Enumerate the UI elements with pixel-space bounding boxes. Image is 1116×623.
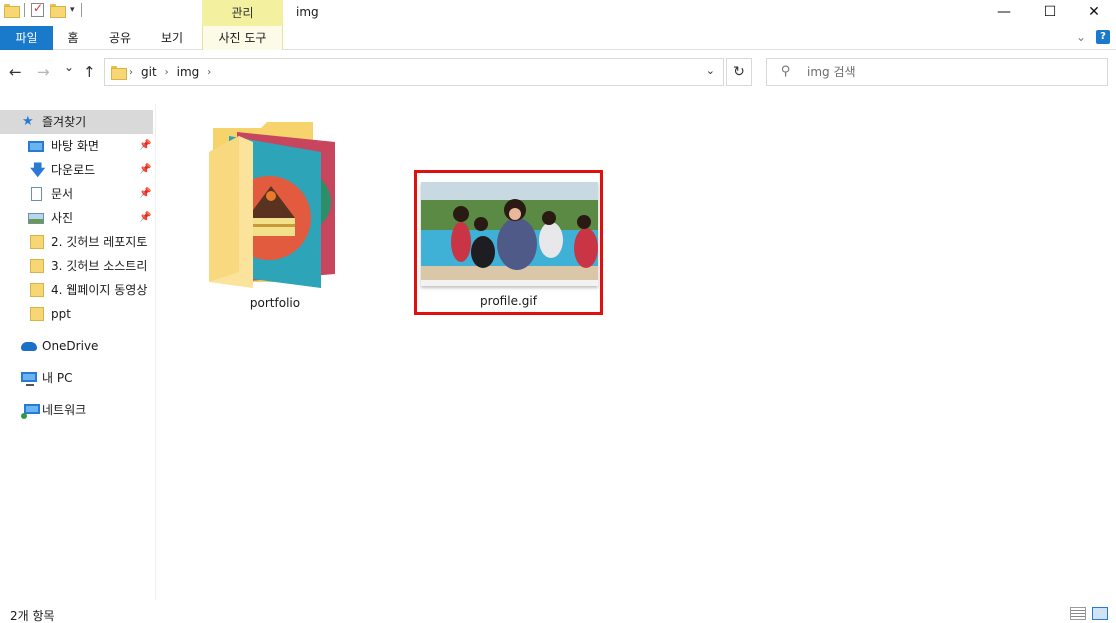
quick-access-toolbar: ▾ <box>4 1 82 18</box>
sidebar-item-quick-access[interactable]: ★ 즐겨찾기 <box>0 110 153 134</box>
sidebar-item-label: 문서 <box>51 187 74 201</box>
pin-icon[interactable]: 📌 <box>139 158 151 182</box>
breadcrumb-item-img[interactable]: img <box>177 65 200 79</box>
star-icon: ★ <box>22 114 34 129</box>
sidebar-item-label: OneDrive <box>42 339 99 353</box>
file-item-profile-gif[interactable]: profile.gif <box>414 170 603 315</box>
toolbar-separator <box>80 3 82 17</box>
help-icon[interactable]: ? <box>1096 30 1110 44</box>
sidebar-item-folder-webpage-video[interactable]: 4. 웹페이지 동영상 <box>0 278 153 302</box>
sidebar-item-folder-github-sourcetree[interactable]: 3. 깃허브 소스트리 <box>0 254 153 278</box>
tab-home[interactable]: 홈 <box>56 26 90 50</box>
back-arrow-icon[interactable]: ← <box>9 63 22 81</box>
new-folder-icon[interactable] <box>50 4 66 18</box>
folder-icon <box>30 235 44 249</box>
search-icon: ⚲ <box>781 64 791 79</box>
navigation-bar: ← → ⌄ ↑ › git › img › ⌄ ↻ ⚲ <box>0 50 1116 94</box>
sidebar-item-folder-ppt[interactable]: ppt <box>0 302 153 326</box>
expand-ribbon-chevron-icon[interactable]: ⌄ <box>1076 30 1086 44</box>
file-item-portfolio-folder[interactable]: portfolio <box>207 120 343 314</box>
sidebar-item-label: 네트워크 <box>42 403 87 417</box>
refresh-button[interactable]: ↻ <box>726 58 752 86</box>
pin-icon[interactable]: 📌 <box>139 182 151 206</box>
sidebar-item-label: 2. 깃허브 레포지토 <box>51 235 148 249</box>
forward-arrow-icon[interactable]: → <box>37 63 50 81</box>
address-bar[interactable]: › git › img › ⌄ <box>104 58 724 86</box>
folder-icon <box>30 307 44 321</box>
sidebar-item-pictures[interactable]: 사진 📌 <box>0 206 153 230</box>
folder-icon[interactable] <box>4 4 20 18</box>
details-view-icon[interactable] <box>1070 607 1086 620</box>
navigation-pane: ★ 즐겨찾기 바탕 화면 📌 🡇 다운로드 📌 문서 📌 사진 📌 2. 깃허브… <box>0 104 156 600</box>
minimize-button[interactable]: — <box>981 0 1027 26</box>
breadcrumb-chevron-icon[interactable]: › <box>129 67 133 78</box>
network-icon <box>21 404 40 419</box>
sidebar-item-label: 다운로드 <box>51 163 96 177</box>
pin-icon[interactable]: 📌 <box>139 134 151 158</box>
manage-context-tab[interactable]: 관리 <box>202 0 283 26</box>
breadcrumb-item-git[interactable]: git <box>141 65 157 79</box>
properties-icon[interactable] <box>31 1 44 17</box>
tab-view[interactable]: 보기 <box>152 26 192 50</box>
tab-share[interactable]: 공유 <box>100 26 140 50</box>
toolbar-separator <box>24 3 25 17</box>
address-dropdown-chevron-icon[interactable]: ⌄ <box>706 64 715 77</box>
desktop-icon <box>28 141 44 152</box>
ribbon-right-controls: ⌄ ? <box>1076 30 1110 44</box>
file-name: portfolio <box>249 296 301 310</box>
maximize-button[interactable]: ☐ <box>1027 0 1073 26</box>
folder-icon <box>111 66 127 80</box>
close-button[interactable]: ✕ <box>1071 0 1116 26</box>
view-toggle <box>1070 607 1108 620</box>
search-input[interactable] <box>807 63 1097 81</box>
breadcrumb-chevron-icon[interactable]: › <box>165 67 169 78</box>
status-bar: 2개 항목 <box>0 604 1116 623</box>
tab-picture-tools[interactable]: 사진 도구 <box>202 26 283 50</box>
large-icons-view-icon[interactable] <box>1092 607 1108 620</box>
sidebar-item-label: 사진 <box>51 211 74 225</box>
breadcrumb: › git › img › <box>129 65 211 79</box>
ribbon-tabs: 파일 홈 공유 보기 사진 도구 ⌄ ? <box>0 26 1116 50</box>
pictures-icon <box>28 213 44 224</box>
sidebar-item-label: 내 PC <box>42 371 73 385</box>
window-title: img <box>296 5 319 19</box>
sidebar-item-network[interactable]: 네트워크 <box>0 398 153 422</box>
breadcrumb-chevron-icon[interactable]: › <box>207 67 211 78</box>
download-arrow-icon: 🡇 <box>30 161 46 179</box>
sidebar-item-label: 4. 웹페이지 동영상 <box>51 283 148 297</box>
up-arrow-icon[interactable]: ↑ <box>83 63 96 81</box>
sidebar-item-desktop[interactable]: 바탕 화면 📌 <box>0 134 153 158</box>
customize-toolbar-chevron-icon[interactable]: ▾ <box>70 5 75 15</box>
sidebar-item-label: 바탕 화면 <box>51 139 99 153</box>
file-list: portfolio profile.gif <box>157 94 1116 600</box>
folder-icon <box>30 259 44 273</box>
search-box[interactable]: ⚲ <box>766 58 1108 86</box>
cloud-icon <box>21 342 37 351</box>
sidebar-item-documents[interactable]: 문서 📌 <box>0 182 153 206</box>
sidebar-item-onedrive[interactable]: OneDrive <box>0 334 153 358</box>
image-thumbnail <box>421 182 598 286</box>
sidebar-item-downloads[interactable]: 🡇 다운로드 📌 <box>0 158 153 182</box>
folder-icon <box>30 283 44 297</box>
recent-locations-chevron-icon[interactable]: ⌄ <box>64 60 74 74</box>
sidebar-item-label: ppt <box>51 307 71 321</box>
sidebar-item-label: 즐겨찾기 <box>42 115 87 129</box>
sidebar-item-label: 3. 깃허브 소스트리 <box>51 259 148 273</box>
item-count: 2개 항목 <box>10 609 55 623</box>
file-name: profile.gif <box>480 294 537 308</box>
document-icon <box>31 187 42 201</box>
sidebar-item-this-pc[interactable]: 내 PC <box>0 366 153 390</box>
computer-icon <box>21 372 37 386</box>
folder-with-preview-icon <box>209 122 335 288</box>
sidebar-item-folder-github-repo[interactable]: 2. 깃허브 레포지토 <box>0 230 153 254</box>
tab-file[interactable]: 파일 <box>0 26 53 50</box>
title-bar: ▾ 관리 img — ☐ ✕ <box>0 0 1116 26</box>
pin-icon[interactable]: 📌 <box>139 206 151 230</box>
